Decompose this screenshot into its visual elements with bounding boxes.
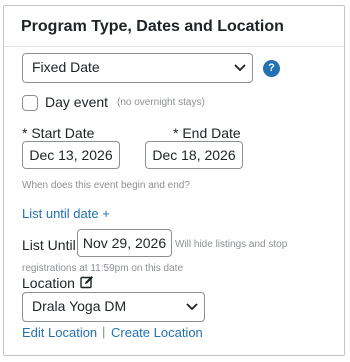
panel-title: Program Type, Dates and Location [21,18,284,35]
location-label: Location [22,275,75,291]
list-until-label: List Until [22,237,76,253]
dates-hint: When does this event begin and end? [22,180,190,191]
list-until-input[interactable]: Nov 29, 2026 [77,229,172,257]
list-until-hint-line2: registrations at 11:59pm on this date [22,263,184,274]
end-date-label: * End Date [173,125,241,141]
help-icon[interactable]: ? [263,60,280,77]
edit-icon[interactable] [80,275,94,289]
day-event-checkbox[interactable] [22,95,38,111]
panel-header: Program Type, Dates and Location [4,6,344,47]
end-date-input[interactable]: Dec 18, 2026 [145,141,243,169]
program-type-value: Fixed Date [32,59,100,75]
list-until-add-link[interactable]: List until date + [22,206,110,221]
link-separator: | [102,324,106,339]
chevron-down-icon [186,303,198,311]
day-event-note: (no overnight stays) [117,97,205,108]
location-select[interactable]: Drala Yoga DM [22,292,205,322]
list-until-hint-line1: Will hide listings and stop [175,239,288,250]
edit-location-link[interactable]: Edit Location [22,325,97,340]
create-location-link[interactable]: Create Location [111,325,203,340]
day-event-label: Day event [45,94,109,110]
program-panel: Program Type, Dates and Location Fixed D… [3,5,345,356]
program-type-select[interactable]: Fixed Date [22,53,253,83]
start-date-input[interactable]: Dec 13, 2026 [22,141,120,169]
location-value: Drala Yoga DM [32,298,127,314]
start-date-label: * Start Date [22,125,95,141]
chevron-down-icon [234,64,246,72]
